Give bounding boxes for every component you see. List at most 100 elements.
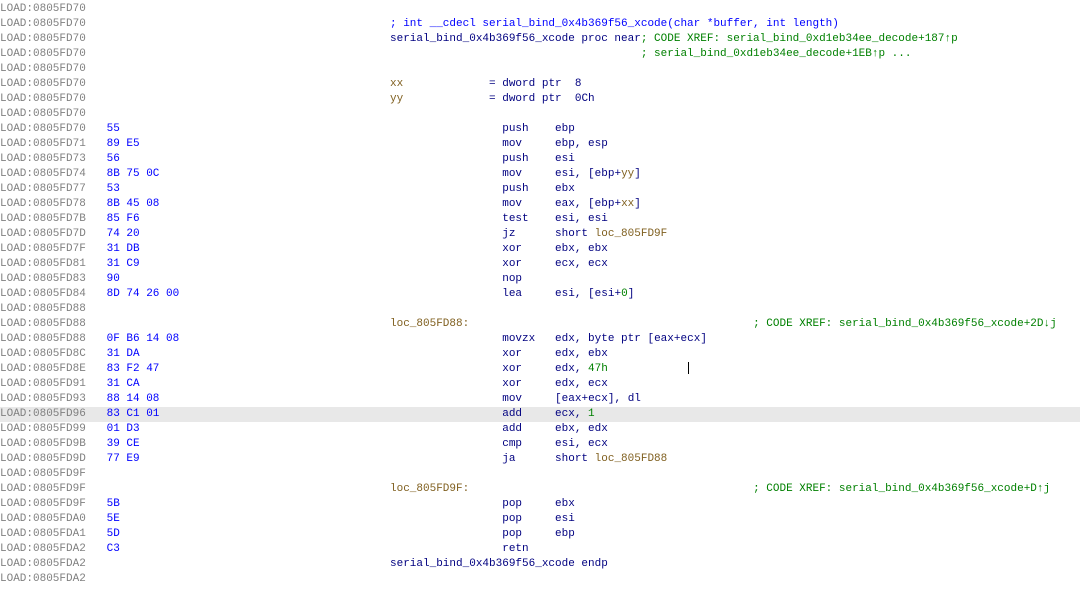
hex-bytes: 88 14 08 — [100, 392, 390, 407]
hex-bytes: 83 C1 01 — [100, 407, 390, 422]
disassembly-line[interactable]: LOAD:0805FD88 loc_805FD88: ; CODE XREF: … — [0, 317, 1080, 332]
disassembly-line[interactable]: LOAD:0805FDA2 — [0, 572, 1080, 587]
disassembly-line[interactable]: LOAD:0805FD93 88 14 08 mov [eax+ecx], dl — [0, 392, 1080, 407]
disassembly-line[interactable]: LOAD:0805FD70 yy = dword ptr 0Ch — [0, 92, 1080, 107]
address: LOAD:0805FD9F — [0, 497, 100, 512]
bracket: [ — [588, 168, 595, 180]
indent — [390, 393, 502, 405]
address: LOAD:0805FD96 — [0, 407, 100, 422]
disassembly-line[interactable]: LOAD:0805FD78 8B 45 08 mov eax, [ebp+xx] — [0, 197, 1080, 212]
disassembly-line[interactable]: LOAD:0805FD9D 77 E9 ja short loc_805FD88 — [0, 452, 1080, 467]
disassembly-line[interactable]: LOAD:0805FD9B 39 CE cmp esi, ecx — [0, 437, 1080, 452]
disassembly-line[interactable]: LOAD:0805FD81 31 C9 xor ecx, ecx — [0, 257, 1080, 272]
disassembly-line[interactable]: LOAD:0805FD88 0F B6 14 08 movzx edx, byt… — [0, 332, 1080, 347]
register: edx — [555, 363, 575, 375]
address: LOAD:0805FD70 — [0, 107, 100, 122]
disassembly-line[interactable]: LOAD:0805FD70 ; serial_bind_0xd1eb34ee_d… — [0, 47, 1080, 62]
line-body: loc_805FD88: ; CODE XREF: serial_bind_0x… — [390, 317, 1080, 332]
bracket: [ — [588, 198, 595, 210]
disassembly-line[interactable]: LOAD:0805FD99 01 D3 add ebx, edx — [0, 422, 1080, 437]
address: LOAD:0805FD9F — [0, 467, 100, 482]
disassembly-line[interactable]: LOAD:0805FDA2 serial_bind_0x4b369f56_xco… — [0, 557, 1080, 572]
address: LOAD:0805FD77 — [0, 182, 100, 197]
bracket: ] — [700, 333, 707, 345]
register: esi — [555, 513, 575, 525]
comma: , — [575, 213, 588, 225]
address: LOAD:0805FD70 — [0, 122, 100, 137]
bracket: [ — [555, 393, 562, 405]
register: dl — [628, 393, 641, 405]
disassembly-line[interactable]: LOAD:0805FD70 — [0, 2, 1080, 17]
operands: esi, ecx — [555, 438, 608, 450]
operands: [eax+ecx], dl — [555, 393, 641, 405]
register: ebp — [595, 198, 615, 210]
hex-bytes: 8B 75 0C — [100, 167, 390, 182]
line-body: test esi, esi — [390, 212, 1080, 227]
disassembly-line[interactable]: LOAD:0805FD7B 85 F6 test esi, esi — [0, 212, 1080, 227]
disassembly-line[interactable]: LOAD:0805FD83 90 nop — [0, 272, 1080, 287]
line-body: ; int __cdecl serial_bind_0x4b369f56_xco… — [390, 17, 1080, 32]
disassembly-line[interactable]: LOAD:0805FDA1 5D pop ebp — [0, 527, 1080, 542]
disassembly-line[interactable]: LOAD:0805FD7F 31 DB xor ebx, ebx — [0, 242, 1080, 257]
address: LOAD:0805FD7F — [0, 242, 100, 257]
disassembly-line[interactable]: LOAD:0805FD70 serial_bind_0x4b369f56_xco… — [0, 32, 1080, 47]
disassembly-line[interactable]: LOAD:0805FDA2 C3 retn — [0, 542, 1080, 557]
hex-bytes: 31 C9 — [100, 257, 390, 272]
text-cursor — [688, 362, 689, 374]
line-body: loc_805FD9F: ; CODE XREF: serial_bind_0x… — [390, 482, 1080, 497]
line-body: serial_bind_0x4b369f56_xcode endp — [390, 557, 1080, 572]
line-body — [390, 62, 1080, 77]
mnemonic: add — [502, 423, 555, 435]
disassembly-line[interactable]: LOAD:0805FD8C 31 DA xor edx, ebx — [0, 347, 1080, 362]
address: LOAD:0805FD70 — [0, 32, 100, 47]
register: esi — [555, 168, 575, 180]
disassembly-line[interactable]: LOAD:0805FD70 — [0, 107, 1080, 122]
bracket: ] — [628, 288, 635, 300]
stack-var-decl: xx — [390, 78, 489, 90]
operands: edx, 47h — [555, 363, 689, 375]
disassembly-line[interactable]: LOAD:0805FD88 — [0, 302, 1080, 317]
disassembly-line[interactable]: LOAD:0805FD9F loc_805FD9F: ; CODE XREF: … — [0, 482, 1080, 497]
address: LOAD:0805FD7B — [0, 212, 100, 227]
mnemonic: lea — [502, 288, 555, 300]
disassembly-line[interactable]: LOAD:0805FD91 31 CA xor edx, ecx — [0, 377, 1080, 392]
hex-bytes: 31 DA — [100, 347, 390, 362]
disassembly-line[interactable]: LOAD:0805FDA0 5E pop esi — [0, 512, 1080, 527]
disassembly-line[interactable]: LOAD:0805FD84 8D 74 26 00 lea esi, [esi+… — [0, 287, 1080, 302]
disassembly-line[interactable]: LOAD:0805FD70 xx = dword ptr 8 — [0, 77, 1080, 92]
disassembly-line[interactable]: LOAD:0805FD70 — [0, 62, 1080, 77]
disassembly-line[interactable]: LOAD:0805FD96 83 C1 01 add ecx, 1 — [0, 407, 1080, 422]
mnemonic: mov — [502, 138, 555, 150]
disassembly-line[interactable]: LOAD:0805FD74 8B 75 0C mov esi, [ebp+yy] — [0, 167, 1080, 182]
line-body: retn — [390, 542, 1080, 557]
disassembly-line[interactable]: LOAD:0805FD71 89 E5 mov ebp, esp — [0, 137, 1080, 152]
bracket: ] — [634, 168, 641, 180]
hex-bytes: 8B 45 08 — [100, 197, 390, 212]
disassembly-line[interactable]: LOAD:0805FD7D 74 20 jz short loc_805FD9F — [0, 227, 1080, 242]
disassembly-line[interactable]: LOAD:0805FD8E 83 F2 47 xor edx, 47h — [0, 362, 1080, 377]
register: ebx — [588, 348, 608, 360]
line-body: serial_bind_0x4b369f56_xcode proc near; … — [390, 32, 1080, 47]
proc-header: serial_bind_0x4b369f56_xcode proc near — [390, 33, 641, 45]
hex-bytes — [100, 572, 390, 587]
register: ebp — [555, 138, 575, 150]
register: esi — [555, 213, 575, 225]
address: LOAD:0805FDA2 — [0, 542, 100, 557]
disassembly-line[interactable]: LOAD:0805FD9F — [0, 467, 1080, 482]
comma: , — [575, 423, 588, 435]
mnemonic: add — [502, 408, 555, 420]
hex-bytes: 5B — [100, 497, 390, 512]
disassembly-line[interactable]: LOAD:0805FD70 55 push ebp — [0, 122, 1080, 137]
mnemonic: mov — [502, 393, 555, 405]
disassembly-view[interactable]: LOAD:0805FD70 LOAD:0805FD70 ; int __cdec… — [0, 0, 1080, 587]
indent — [390, 513, 502, 525]
disassembly-line[interactable]: LOAD:0805FD9F 5B pop ebx — [0, 497, 1080, 512]
indent — [390, 378, 502, 390]
hex-bytes: C3 — [100, 542, 390, 557]
disassembly-line[interactable]: LOAD:0805FD77 53 push ebx — [0, 182, 1080, 197]
hex-bytes — [100, 62, 390, 77]
disassembly-line[interactable]: LOAD:0805FD70 ; int __cdecl serial_bind_… — [0, 17, 1080, 32]
disassembly-line[interactable]: LOAD:0805FD73 56 push esi — [0, 152, 1080, 167]
line-body: push ebp — [390, 122, 1080, 137]
register: edx — [588, 423, 608, 435]
